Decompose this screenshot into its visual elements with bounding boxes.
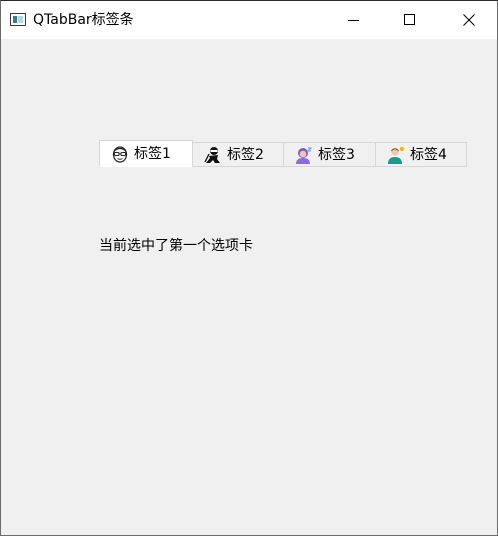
tab-1-label: 标签1 bbox=[134, 145, 171, 162]
tab-1[interactable]: 标签1 bbox=[99, 140, 193, 167]
tab-3[interactable]: 标签3 bbox=[284, 142, 376, 167]
man-idea-icon bbox=[388, 146, 405, 164]
minimize-button[interactable] bbox=[331, 1, 377, 39]
tab-2-label: 标签2 bbox=[227, 146, 264, 163]
close-button[interactable] bbox=[446, 1, 492, 39]
close-icon bbox=[463, 14, 475, 26]
maximize-icon bbox=[404, 14, 415, 25]
tab-bar: 标签1 标签2 标签3 标签4 bbox=[99, 140, 467, 167]
tab-3-label: 标签3 bbox=[318, 146, 355, 163]
title-bar[interactable]: QTabBar标签条 bbox=[1, 1, 497, 39]
window-title: QTabBar标签条 bbox=[33, 12, 134, 28]
minimize-icon bbox=[348, 20, 359, 21]
woman-sleeping-icon bbox=[296, 147, 313, 164]
tab-2[interactable]: 标签2 bbox=[193, 142, 284, 167]
main-window: QTabBar标签条 bbox=[0, 0, 498, 536]
selection-status-label: 当前选中了第一个选项卡 bbox=[99, 238, 253, 254]
ninja-icon bbox=[204, 146, 220, 163]
glasses-face-icon bbox=[112, 145, 128, 163]
maximize-button[interactable] bbox=[387, 1, 433, 39]
tab-4-label: 标签4 bbox=[410, 146, 447, 163]
client-area bbox=[1, 39, 497, 535]
app-window-icon bbox=[10, 13, 26, 26]
tab-4[interactable]: 标签4 bbox=[376, 142, 467, 167]
